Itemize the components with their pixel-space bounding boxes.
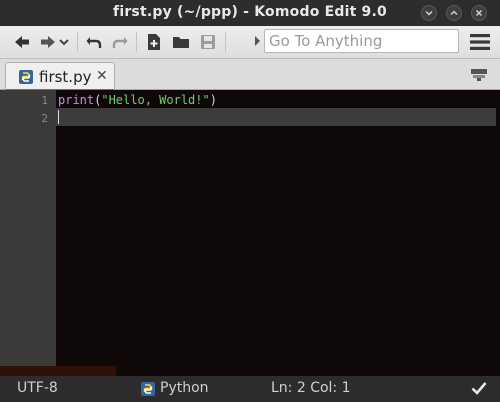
toolbar-separator — [136, 32, 137, 52]
main-menu-button[interactable] — [469, 31, 491, 53]
undo-button[interactable] — [85, 33, 103, 51]
tab-label: first.py — [39, 68, 92, 86]
forward-button[interactable] — [39, 33, 57, 51]
main-toolbar — [0, 26, 500, 59]
forward-arrow-icon — [41, 36, 55, 48]
komodo-window: first.py (~/ppp) - Komodo Edit 9.0 Go To… — [0, 0, 500, 402]
goto-expand-icon[interactable] — [255, 36, 260, 46]
check-icon[interactable] — [471, 381, 487, 395]
new-file-button[interactable] — [145, 33, 163, 51]
encoding-indicator[interactable]: UTF-8 — [17, 380, 58, 396]
horizontal-scrollbar[interactable] — [0, 366, 116, 376]
go-to-anything-box[interactable] — [264, 29, 459, 53]
undo-icon — [86, 37, 102, 48]
redo-button[interactable] — [111, 33, 129, 51]
chevron-down-icon — [59, 39, 69, 46]
line-number: 2 — [41, 112, 48, 125]
current-line-highlight — [56, 108, 496, 126]
back-button[interactable] — [13, 33, 31, 51]
open-file-button[interactable] — [172, 33, 190, 51]
new-file-icon — [148, 34, 160, 50]
cursor-position-indicator: Ln: 2 Col: 1 — [271, 380, 351, 396]
minimize-button[interactable] — [421, 5, 437, 21]
language-indicator[interactable]: Python — [160, 380, 209, 396]
save-icon — [201, 35, 215, 49]
code-string-token: "Hello, World!" — [101, 93, 210, 107]
text-cursor — [58, 110, 59, 124]
tab-close-button[interactable]: ✕ — [96, 68, 108, 84]
python-file-icon — [19, 70, 33, 84]
title-bar: first.py (~/ppp) - Komodo Edit 9.0 — [0, 0, 500, 26]
code-paren-token: ) — [209, 93, 217, 107]
maximize-button[interactable] — [446, 5, 462, 21]
toolbar-separator — [225, 32, 226, 52]
open-folder-icon — [173, 37, 189, 48]
code-function-token: print — [58, 93, 95, 107]
code-editor[interactable]: 1 2 print("Hello, World!") — [0, 90, 500, 376]
line-number: 1 — [41, 94, 48, 107]
menu-icon — [470, 34, 490, 50]
python-language-icon — [141, 382, 155, 396]
chevron-down-icon — [425, 10, 433, 16]
close-window-button[interactable] — [471, 5, 487, 21]
back-arrow-icon — [15, 36, 29, 48]
status-bar: UTF-8 Python Ln: 2 Col: 1 — [0, 376, 500, 402]
line-number-gutter — [0, 90, 56, 376]
redo-icon — [112, 37, 128, 48]
go-to-anything-input[interactable] — [265, 30, 454, 52]
save-button[interactable] — [199, 33, 217, 51]
code-line: print("Hello, World!") — [58, 93, 217, 107]
tab-list-icon[interactable] — [470, 68, 488, 82]
chevron-up-icon — [450, 10, 458, 16]
close-icon — [475, 9, 483, 17]
tab-first-py[interactable]: first.py ✕ — [5, 62, 115, 91]
editor-tab-strip: first.py ✕ — [0, 59, 500, 91]
history-dropdown-button[interactable] — [58, 33, 70, 51]
toolbar-separator — [77, 32, 78, 52]
